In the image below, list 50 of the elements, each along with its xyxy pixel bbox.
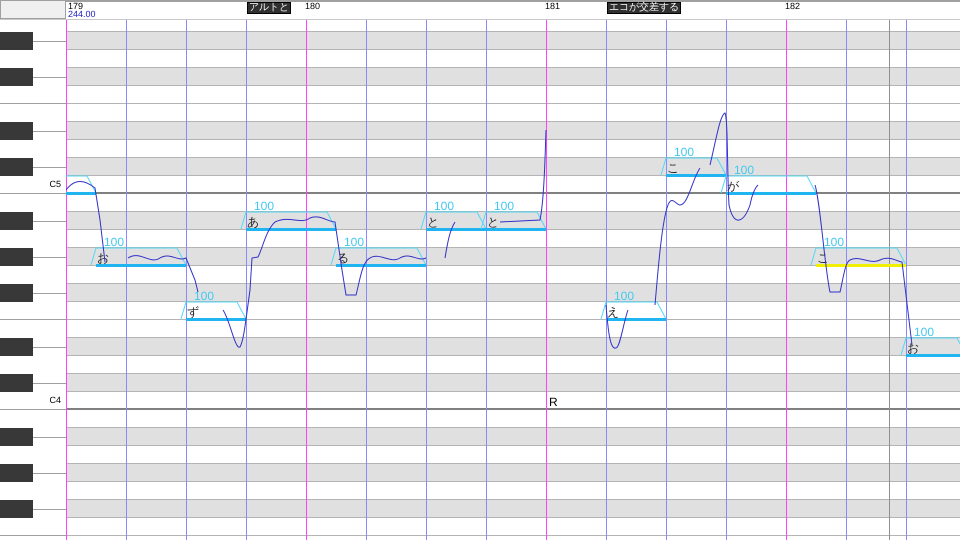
intensity-label: 100 [194, 290, 214, 302]
tempo-label: 244.00 [68, 10, 96, 19]
bar-number: 181 [545, 2, 560, 11]
intensity-label: 100 [614, 290, 634, 302]
sharp-key[interactable] [0, 212, 33, 230]
sharp-key[interactable] [0, 122, 33, 140]
octave-label: C4 [49, 396, 61, 405]
intensity-label: 100 [914, 326, 934, 338]
lyric-label: と [427, 216, 439, 228]
sharp-key[interactable] [0, 68, 33, 86]
intensity-label: 100 [824, 236, 844, 248]
lyric-label: こ [667, 162, 679, 174]
sharp-key[interactable] [0, 500, 33, 518]
envelope-outline [421, 212, 486, 229]
intensity-label: 100 [674, 146, 694, 158]
rest-label: R [549, 396, 558, 408]
sharp-key[interactable] [0, 428, 33, 446]
flag-label[interactable]: アルトと [247, 2, 291, 14]
bar-number: 179 [68, 2, 84, 11]
envelope-outline [481, 212, 546, 229]
lyric-label: お [907, 342, 919, 354]
bar-number: 180 [305, 2, 320, 11]
sharp-key[interactable] [0, 32, 33, 50]
octave-label: C5 [49, 180, 61, 189]
bar-number: 182 [785, 2, 800, 11]
sharp-key[interactable] [0, 338, 33, 356]
note-bar[interactable] [726, 192, 816, 195]
flag-label[interactable]: エコが交差する [607, 2, 681, 14]
lyric-label: ず [187, 306, 199, 318]
intensity-label: 100 [494, 200, 514, 212]
intensity-label: 100 [734, 164, 754, 176]
sharp-key[interactable] [0, 374, 33, 392]
sharp-key[interactable] [0, 248, 33, 266]
intensity-label: 100 [434, 200, 454, 212]
note-bar[interactable] [186, 318, 246, 321]
envelope-outline [601, 302, 666, 319]
sharp-key[interactable] [0, 158, 33, 176]
lyric-label: あ [247, 216, 259, 228]
note-bar[interactable] [816, 264, 906, 267]
sharp-key[interactable] [0, 464, 33, 482]
lyric-label: え [607, 306, 619, 318]
envelope-outline [181, 302, 246, 319]
note-bar[interactable] [606, 318, 666, 321]
envelope-outline [901, 338, 960, 355]
intensity-label: 100 [254, 200, 274, 212]
lyric-label: と [487, 216, 499, 228]
intensity-label: 100 [344, 236, 364, 248]
envelope-outline [66, 176, 96, 193]
intensity-label: 100 [104, 236, 124, 248]
sharp-key[interactable] [0, 284, 33, 302]
